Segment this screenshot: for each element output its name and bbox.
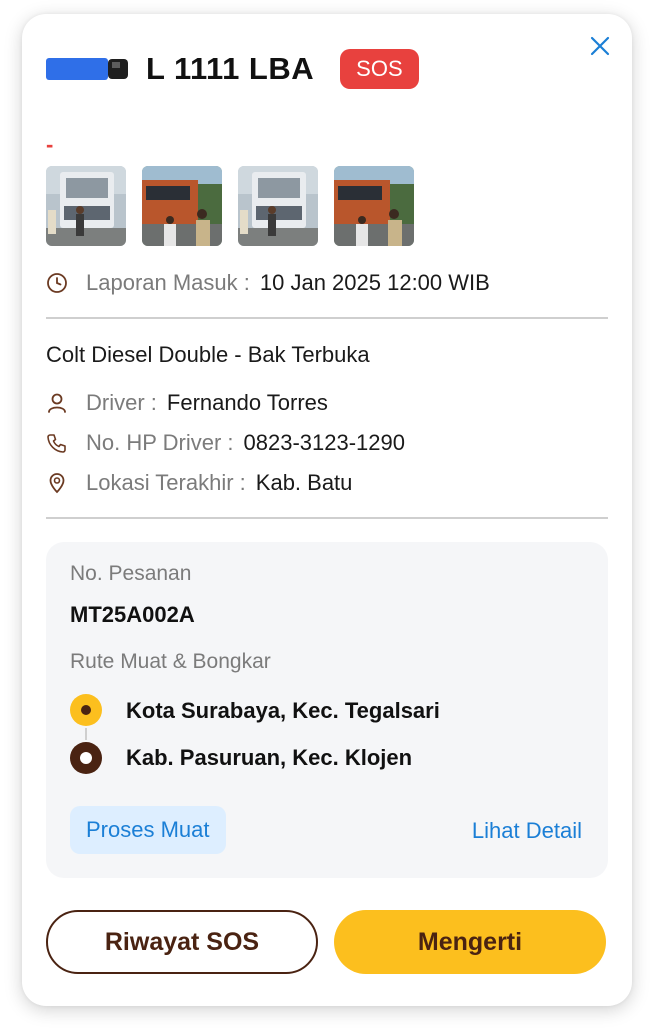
location-pin-icon [46,472,68,494]
route-destination: Kab. Pasuruan, Kec. Klojen [126,745,413,770]
route-connector [85,728,87,740]
destination-marker-icon [70,742,102,774]
phone-icon [46,432,68,454]
vehicle-type: Colt Diesel Double - Bak Terbuka [46,342,370,367]
report-value: 10 Jan 2025 12:00 WIB [259,270,490,295]
confirm-button[interactable]: Mengerti [334,910,606,974]
photo-thumbnail[interactable] [46,166,126,246]
view-detail-link[interactable]: Lihat Detail [472,818,582,844]
sos-detail-card: L 1111 LBA SOS - Laporan Masuk: 10 Jan … [22,14,632,1006]
divider [46,517,608,519]
report-label: Laporan Masuk : [86,270,250,295]
driver-label: Driver : [86,390,157,415]
driver-value: Fernando Torres [166,390,328,415]
status-badge: Proses Muat [70,806,226,854]
sos-badge: SOS [340,49,419,89]
user-icon [46,392,68,414]
route-label: Rute Muat & Bongkar [70,650,271,673]
phone-row: No. HP Driver : 0823-3123-1290 [46,430,405,456]
truck-icon [46,58,128,80]
photo-thumbnail[interactable] [142,166,222,246]
route-origin: Kota Surabaya, Kec. Tegalsari [126,698,440,723]
plate-number: L 1111 LBA [146,51,315,86]
order-number-value: MT25A002A [70,602,195,627]
photo-gallery [46,166,414,246]
report-time-row: Laporan Masuk : 10 Jan 2025 12:00 WIB [46,270,490,296]
phone-label: No. HP Driver : [86,430,234,455]
clock-icon [46,272,68,294]
sub-status: - [46,132,54,157]
photo-thumbnail[interactable] [238,166,318,246]
photo-thumbnail[interactable] [334,166,414,246]
phone-value: 0823-3123-1290 [243,430,405,455]
location-label: Lokasi Terakhir : [86,470,246,495]
location-value: Kab. Batu [255,470,353,495]
order-summary: No. Pesanan MT25A002A Rute Muat & Bongka… [46,542,608,878]
close-icon[interactable] [588,34,612,58]
driver-row: Driver : Fernando Torres [46,390,328,416]
location-row: Lokasi Terakhir : Kab. Batu [46,470,352,496]
sos-history-button[interactable]: Riwayat SOS [46,910,318,974]
order-number-label: No. Pesanan [70,562,192,585]
origin-marker-icon [70,694,102,726]
card-header: L 1111 LBA SOS [46,46,419,92]
divider [46,317,608,319]
